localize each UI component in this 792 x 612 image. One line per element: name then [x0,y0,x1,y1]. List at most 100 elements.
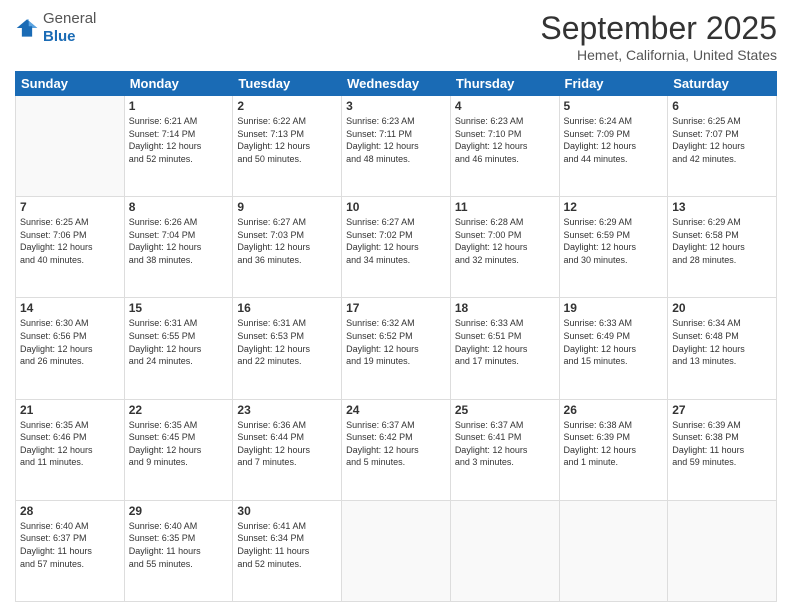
col-sunday: Sunday [16,72,125,96]
day-number: 13 [672,200,772,214]
title-block: September 2025 Hemet, California, United… [540,10,777,63]
calendar-week-1: 1 Sunrise: 6:21 AM Sunset: 7:14 PM Daylig… [16,96,777,197]
day-info: Sunrise: 6:22 AM Sunset: 7:13 PM Dayligh… [237,115,337,165]
col-monday: Monday [124,72,233,96]
table-row: 4 Sunrise: 6:23 AM Sunset: 7:10 PM Daylig… [450,96,559,197]
table-row: 2 Sunrise: 6:22 AM Sunset: 7:13 PM Daylig… [233,96,342,197]
table-row: 24Sunrise: 6:37 AM Sunset: 6:42 PM Dayli… [342,399,451,500]
day-number: 19 [564,301,664,315]
day-info: Sunrise: 6:25 AM Sunset: 7:06 PM Dayligh… [20,216,120,266]
calendar-week-2: 7 Sunrise: 6:25 AM Sunset: 7:06 PM Daylig… [16,197,777,298]
day-number: 30 [237,504,337,518]
day-number: 1 [129,99,229,113]
day-number: 3 [346,99,446,113]
day-info: Sunrise: 6:37 AM Sunset: 6:42 PM Dayligh… [346,419,446,469]
day-info: Sunrise: 6:33 AM Sunset: 6:51 PM Dayligh… [455,317,555,367]
day-number: 11 [455,200,555,214]
table-row: 6 Sunrise: 6:25 AM Sunset: 7:07 PM Daylig… [668,96,777,197]
logo: General Blue [15,10,96,46]
day-info: Sunrise: 6:27 AM Sunset: 7:03 PM Dayligh… [237,216,337,266]
day-number: 27 [672,403,772,417]
table-row: 7 Sunrise: 6:25 AM Sunset: 7:06 PM Daylig… [16,197,125,298]
calendar-week-4: 21 Sunrise: 6:35 AM Sunset: 6:46 PM Dayli… [16,399,777,500]
logo-icon [15,16,39,40]
logo-blue-text: Blue [43,28,76,45]
table-row: 26Sunrise: 6:38 AM Sunset: 6:39 PM Dayli… [559,399,668,500]
day-info: Sunrise: 6:33 AM Sunset: 6:49 PM Dayligh… [564,317,664,367]
day-number: 15 [129,301,229,315]
day-info: Sunrise: 6:24 AM Sunset: 7:09 PM Dayligh… [564,115,664,165]
calendar-header-row: Sunday Monday Tuesday Wednesday Thursday… [16,72,777,96]
day-info: Sunrise: 6:26 AM Sunset: 7:04 PM Dayligh… [129,216,229,266]
table-row: 18Sunrise: 6:33 AM Sunset: 6:51 PM Dayli… [450,298,559,399]
table-row: 27Sunrise: 6:39 AM Sunset: 6:38 PM Dayli… [668,399,777,500]
day-info: Sunrise: 6:37 AM Sunset: 6:41 PM Dayligh… [455,419,555,469]
table-row: 14Sunrise: 6:30 AM Sunset: 6:56 PM Dayli… [16,298,125,399]
table-row: 9 Sunrise: 6:27 AM Sunset: 7:03 PM Daylig… [233,197,342,298]
day-info: Sunrise: 6:23 AM Sunset: 7:11 PM Dayligh… [346,115,446,165]
day-number: 28 [20,504,120,518]
table-row: 12Sunrise: 6:29 AM Sunset: 6:59 PM Dayli… [559,197,668,298]
table-row: 17 Sunrise: 6:32 AM Sunset: 6:52 PM Dayli… [342,298,451,399]
table-row: 10 Sunrise: 6:27 AM Sunset: 7:02 PM Dayli… [342,197,451,298]
day-number: 10 [346,200,446,214]
day-number: 7 [20,200,120,214]
day-info: Sunrise: 6:40 AM Sunset: 6:35 PM Dayligh… [129,520,229,570]
day-number: 17 [346,301,446,315]
col-thursday: Thursday [450,72,559,96]
day-info: Sunrise: 6:40 AM Sunset: 6:37 PM Dayligh… [20,520,120,570]
day-info: Sunrise: 6:35 AM Sunset: 6:45 PM Dayligh… [129,419,229,469]
day-number: 23 [237,403,337,417]
table-row: 16 Sunrise: 6:31 AM Sunset: 6:53 PM Dayli… [233,298,342,399]
day-info: Sunrise: 6:27 AM Sunset: 7:02 PM Dayligh… [346,216,446,266]
day-number: 9 [237,200,337,214]
day-number: 21 [20,403,120,417]
day-number: 12 [564,200,664,214]
day-number: 29 [129,504,229,518]
day-info: Sunrise: 6:23 AM Sunset: 7:10 PM Dayligh… [455,115,555,165]
day-number: 8 [129,200,229,214]
day-info: Sunrise: 6:38 AM Sunset: 6:39 PM Dayligh… [564,419,664,469]
table-row [16,96,125,197]
day-number: 4 [455,99,555,113]
logo-general-text: General [43,10,96,27]
day-info: Sunrise: 6:41 AM Sunset: 6:34 PM Dayligh… [237,520,337,570]
table-row: 19 Sunrise: 6:33 AM Sunset: 6:49 PM Dayli… [559,298,668,399]
col-wednesday: Wednesday [342,72,451,96]
col-friday: Friday [559,72,668,96]
day-number: 25 [455,403,555,417]
day-info: Sunrise: 6:32 AM Sunset: 6:52 PM Dayligh… [346,317,446,367]
table-row: 20Sunrise: 6:34 AM Sunset: 6:48 PM Dayli… [668,298,777,399]
day-number: 2 [237,99,337,113]
table-row: 3 Sunrise: 6:23 AM Sunset: 7:11 PM Daylig… [342,96,451,197]
main-title: September 2025 [540,10,777,47]
table-row: 15Sunrise: 6:31 AM Sunset: 6:55 PM Dayli… [124,298,233,399]
day-info: Sunrise: 6:28 AM Sunset: 7:00 PM Dayligh… [455,216,555,266]
day-info: Sunrise: 6:25 AM Sunset: 7:07 PM Dayligh… [672,115,772,165]
day-info: Sunrise: 6:35 AM Sunset: 6:46 PM Dayligh… [20,419,120,469]
day-info: Sunrise: 6:36 AM Sunset: 6:44 PM Dayligh… [237,419,337,469]
day-info: Sunrise: 6:31 AM Sunset: 6:53 PM Dayligh… [237,317,337,367]
table-row: 5Sunrise: 6:24 AM Sunset: 7:09 PM Daylig… [559,96,668,197]
table-row [559,500,668,601]
table-row: 11 Sunrise: 6:28 AM Sunset: 7:00 PM Dayli… [450,197,559,298]
day-number: 20 [672,301,772,315]
day-number: 22 [129,403,229,417]
page: General Blue September 2025 Hemet, Calif… [0,0,792,612]
day-info: Sunrise: 6:29 AM Sunset: 6:58 PM Dayligh… [672,216,772,266]
table-row: 21 Sunrise: 6:35 AM Sunset: 6:46 PM Dayli… [16,399,125,500]
table-row: 23 Sunrise: 6:36 AM Sunset: 6:44 PM Dayli… [233,399,342,500]
table-row [450,500,559,601]
day-number: 14 [20,301,120,315]
table-row: 22 Sunrise: 6:35 AM Sunset: 6:45 PM Dayli… [124,399,233,500]
calendar-week-5: 28 Sunrise: 6:40 AM Sunset: 6:37 PM Dayli… [16,500,777,601]
header: General Blue September 2025 Hemet, Calif… [15,10,777,63]
day-info: Sunrise: 6:21 AM Sunset: 7:14 PM Dayligh… [129,115,229,165]
day-number: 16 [237,301,337,315]
table-row: 30 Sunrise: 6:41 AM Sunset: 6:34 PM Dayli… [233,500,342,601]
table-row: 25 Sunrise: 6:37 AM Sunset: 6:41 PM Dayli… [450,399,559,500]
table-row: 1 Sunrise: 6:21 AM Sunset: 7:14 PM Daylig… [124,96,233,197]
table-row: 8 Sunrise: 6:26 AM Sunset: 7:04 PM Daylig… [124,197,233,298]
day-number: 6 [672,99,772,113]
col-saturday: Saturday [668,72,777,96]
